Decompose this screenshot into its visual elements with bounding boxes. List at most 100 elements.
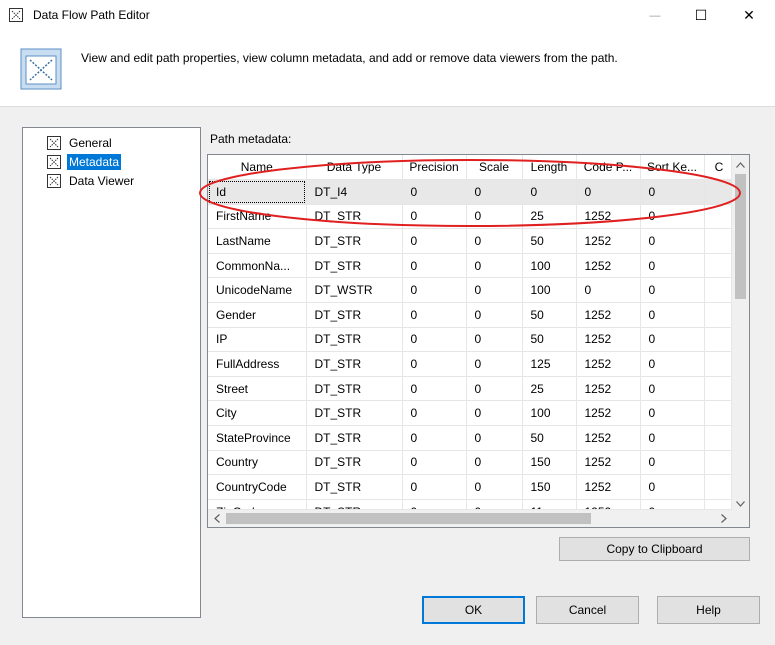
cell-length[interactable]: 25 <box>522 376 577 402</box>
cell-data-type[interactable]: DT_I4 <box>306 179 403 205</box>
cell-code-page[interactable]: 1252 <box>576 425 641 451</box>
cell-sort-key[interactable]: 0 <box>640 474 705 500</box>
column-header-name[interactable]: Name <box>208 155 307 180</box>
cell-comparison[interactable] <box>704 425 735 451</box>
cell-precision[interactable]: 0 <box>402 204 467 230</box>
scroll-up-button[interactable] <box>732 155 749 172</box>
cell-code-page[interactable]: 1252 <box>576 474 641 500</box>
table-row[interactable]: FullAddress DT_STR 0 0 125 1252 0 <box>208 351 735 377</box>
cell-comparison[interactable] <box>704 302 735 328</box>
table-row[interactable]: City DT_STR 0 0 100 1252 0 <box>208 400 735 426</box>
cell-scale[interactable]: 0 <box>466 400 523 426</box>
table-row[interactable]: Country DT_STR 0 0 150 1252 0 <box>208 450 735 476</box>
cell-code-page[interactable]: 1252 <box>576 327 641 353</box>
cell-precision[interactable]: 0 <box>402 302 467 328</box>
cell-comparison[interactable] <box>704 376 735 402</box>
cell-precision[interactable]: 0 <box>402 179 467 205</box>
cell-data-type[interactable]: DT_STR <box>306 351 403 377</box>
cell-length[interactable]: 100 <box>522 277 577 303</box>
cell-comparison[interactable] <box>704 179 735 205</box>
cell-data-type[interactable]: DT_STR <box>306 228 403 254</box>
cell-name[interactable]: CountryCode <box>208 474 307 500</box>
cell-sort-key[interactable]: 0 <box>640 450 705 476</box>
table-row[interactable]: Gender DT_STR 0 0 50 1252 0 <box>208 302 735 328</box>
cell-scale[interactable]: 0 <box>466 474 523 500</box>
cell-code-page[interactable]: 1252 <box>576 376 641 402</box>
cell-data-type[interactable]: DT_STR <box>306 253 403 279</box>
cell-code-page[interactable]: 1252 <box>576 204 641 230</box>
cancel-button[interactable]: Cancel <box>536 596 639 624</box>
cell-sort-key[interactable]: 0 <box>640 277 705 303</box>
table-row[interactable]: CountryCode DT_STR 0 0 150 1252 0 <box>208 474 735 500</box>
cell-precision[interactable]: 0 <box>402 253 467 279</box>
copy-to-clipboard-button[interactable]: Copy to Clipboard <box>559 537 750 561</box>
cell-data-type[interactable]: DT_STR <box>306 327 403 353</box>
cell-comparison[interactable] <box>704 277 735 303</box>
cell-sort-key[interactable]: 0 <box>640 179 705 205</box>
cell-scale[interactable]: 0 <box>466 253 523 279</box>
cell-length[interactable]: 50 <box>522 228 577 254</box>
cell-length[interactable]: 150 <box>522 450 577 476</box>
scroll-left-button[interactable] <box>208 510 225 527</box>
cell-code-page[interactable]: 1252 <box>576 400 641 426</box>
table-row[interactable]: Street DT_STR 0 0 25 1252 0 <box>208 376 735 402</box>
table-row[interactable]: FirstName DT_STR 0 0 25 1252 0 <box>208 204 735 230</box>
vertical-scroll-thumb[interactable] <box>735 174 746 299</box>
cell-code-page[interactable]: 1252 <box>576 228 641 254</box>
nav-item-data-viewer[interactable]: Data Viewer <box>47 172 136 189</box>
cell-code-page[interactable]: 0 <box>576 179 641 205</box>
column-header-precision[interactable]: Precision <box>402 155 467 180</box>
cell-comparison[interactable] <box>704 450 735 476</box>
cell-code-page[interactable]: 1252 <box>576 351 641 377</box>
cell-comparison[interactable] <box>704 327 735 353</box>
help-button[interactable]: Help <box>657 596 760 624</box>
cell-precision[interactable]: 0 <box>402 425 467 451</box>
cell-name[interactable]: CommonNa... <box>208 253 307 279</box>
cell-scale[interactable]: 0 <box>466 351 523 377</box>
cell-name[interactable]: Id <box>208 179 307 205</box>
cell-length[interactable]: 100 <box>522 253 577 279</box>
cell-scale[interactable]: 0 <box>466 376 523 402</box>
horizontal-scroll-thumb[interactable] <box>226 513 591 524</box>
cell-sort-key[interactable]: 0 <box>640 327 705 353</box>
cell-sort-key[interactable]: 0 <box>640 376 705 402</box>
cell-name[interactable]: Country <box>208 450 307 476</box>
cell-name[interactable]: FirstName <box>208 204 307 230</box>
cell-data-type[interactable]: DT_STR <box>306 204 403 230</box>
cell-scale[interactable]: 0 <box>466 277 523 303</box>
cell-length[interactable]: 50 <box>522 327 577 353</box>
cell-scale[interactable]: 0 <box>466 327 523 353</box>
cell-precision[interactable]: 0 <box>402 400 467 426</box>
cell-scale[interactable]: 0 <box>466 204 523 230</box>
column-header-comparison[interactable]: C <box>704 155 735 180</box>
cell-sort-key[interactable]: 0 <box>640 228 705 254</box>
cell-sort-key[interactable]: 0 <box>640 302 705 328</box>
column-header-scale[interactable]: Scale <box>466 155 523 180</box>
cell-scale[interactable]: 0 <box>466 425 523 451</box>
cell-comparison[interactable] <box>704 204 735 230</box>
cell-sort-key[interactable]: 0 <box>640 351 705 377</box>
cell-length[interactable]: 0 <box>522 179 577 205</box>
cell-length[interactable]: 50 <box>522 425 577 451</box>
cell-comparison[interactable] <box>704 253 735 279</box>
cell-name[interactable]: LastName <box>208 228 307 254</box>
cell-code-page[interactable]: 1252 <box>576 450 641 476</box>
cell-name[interactable]: FullAddress <box>208 351 307 377</box>
cell-scale[interactable]: 0 <box>466 450 523 476</box>
cell-sort-key[interactable]: 0 <box>640 400 705 426</box>
cell-name[interactable]: City <box>208 400 307 426</box>
cell-sort-key[interactable]: 0 <box>640 253 705 279</box>
cell-precision[interactable]: 0 <box>402 327 467 353</box>
cell-name[interactable]: StateProvince <box>208 425 307 451</box>
cell-data-type[interactable]: DT_STR <box>306 376 403 402</box>
table-row[interactable]: LastName DT_STR 0 0 50 1252 0 <box>208 228 735 254</box>
table-row[interactable]: Id DT_I4 0 0 0 0 0 <box>208 179 735 205</box>
cell-precision[interactable]: 0 <box>402 228 467 254</box>
table-row[interactable]: IP DT_STR 0 0 50 1252 0 <box>208 327 735 353</box>
horizontal-scrollbar[interactable] <box>208 509 732 527</box>
cell-scale[interactable]: 0 <box>466 302 523 328</box>
cell-name[interactable]: IP <box>208 327 307 353</box>
cell-length[interactable]: 50 <box>522 302 577 328</box>
cell-precision[interactable]: 0 <box>402 277 467 303</box>
cell-data-type[interactable]: DT_STR <box>306 425 403 451</box>
